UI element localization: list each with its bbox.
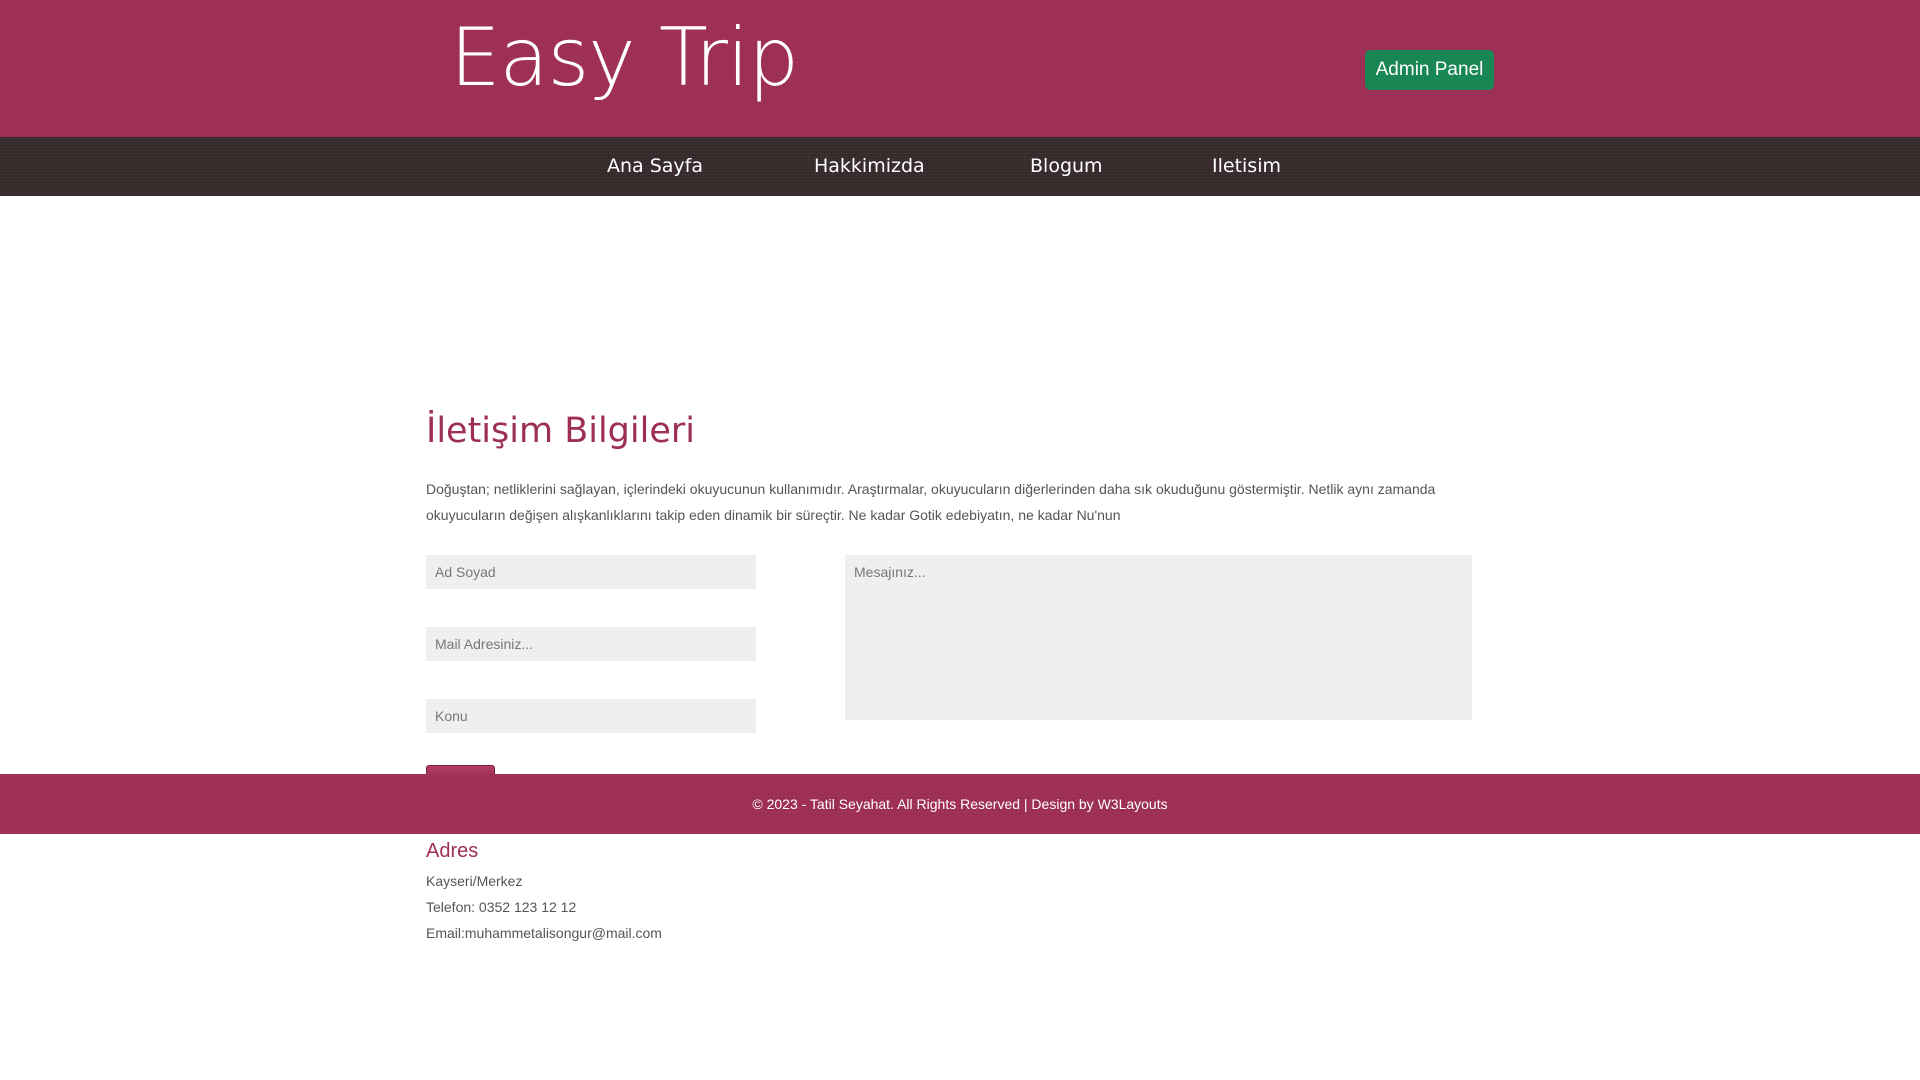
address-phone: Telefon: 0352 123 12 12 [426,899,577,915]
nav-item-ana-sayfa[interactable]: Ana Sayfa [607,155,703,177]
message-textarea[interactable] [845,555,1472,720]
subject-input[interactable] [426,699,756,733]
footer-copyright-text: © 2023 - Tatil Seyahat. All Rights Reser… [752,796,1098,812]
site-footer: © 2023 - Tatil Seyahat. All Rights Reser… [0,774,1920,834]
main-nav: Ana Sayfa Hakkimizda Blogum Iletisim [0,137,1920,196]
site-header: Easy Trip Admin Panel [0,0,1920,137]
admin-panel-button[interactable]: Admin Panel [1365,50,1494,90]
intro-text: Doğuştan; netliklerini sağlayan, içlerin… [426,481,1436,523]
footer-copyright: © 2023 - Tatil Seyahat. All Rights Reser… [752,796,1167,812]
address-email: Email:muhammetalisongur@mail.com [426,925,662,941]
nav-item-iletisim[interactable]: Iletisim [1212,155,1281,177]
address-city: Kayseri/Merkez [426,873,523,889]
site-logo[interactable]: Easy Trip [450,18,799,98]
nav-item-blogum[interactable]: Blogum [1030,155,1103,177]
name-input[interactable] [426,555,756,589]
nav-item-hakkimizda[interactable]: Hakkimizda [814,155,925,177]
footer-credit-link[interactable]: W3Layouts [1098,796,1168,812]
address-title: Adres [426,840,479,862]
email-input[interactable] [426,627,756,661]
page-title: İletişim Bilgileri [426,411,695,451]
